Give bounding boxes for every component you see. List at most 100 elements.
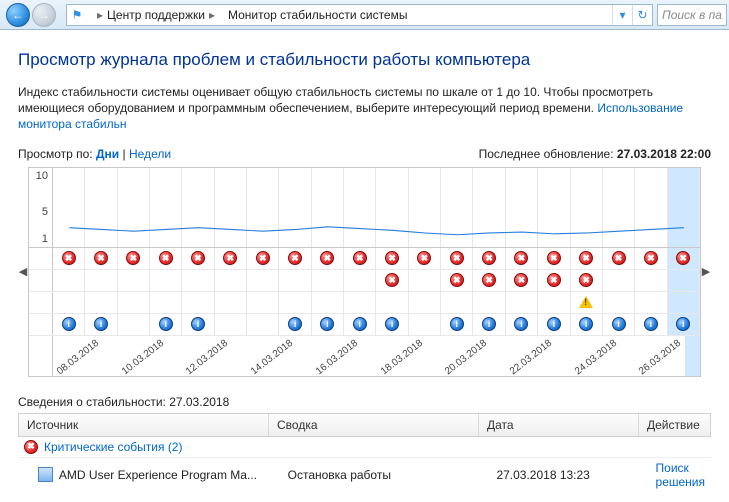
date-cell[interactable] [103,336,118,376]
date-cell[interactable] [232,336,247,376]
breadcrumb-segment[interactable]: Монитор стабильности системы [222,5,415,25]
date-cell[interactable]: 08.03.2018 [53,336,103,376]
icon-cell[interactable] [409,314,441,335]
icon-cell[interactable]: i [150,314,182,335]
date-cell[interactable] [621,336,636,376]
icon-cell[interactable] [247,292,279,313]
icon-cell[interactable]: ✖ [473,248,505,269]
icon-cell[interactable]: i [312,314,344,335]
icon-cell[interactable] [409,270,441,291]
date-cell[interactable] [427,336,442,376]
refresh-icon[interactable]: ↻ [632,5,652,25]
icon-cell[interactable]: ✖ [53,248,85,269]
breadcrumb[interactable]: ⚑ ▸ Центр поддержки ▸ Монитор стабильнос… [66,4,653,26]
icon-cell[interactable] [215,314,247,335]
chart-scroll-right[interactable]: ▶ [701,167,711,377]
icon-cell[interactable]: ✖ [376,270,408,291]
icon-cell[interactable]: i [376,314,408,335]
icon-cell[interactable] [376,292,408,313]
icon-cell[interactable]: i [506,314,538,335]
icon-cell[interactable]: i [635,314,667,335]
icon-cell[interactable]: ✖ [150,248,182,269]
icon-cell[interactable]: i [344,314,376,335]
chevron-down-icon[interactable]: ▾ [612,5,632,25]
icon-cell[interactable] [279,292,311,313]
chart-scroll-left[interactable]: ◀ [18,167,28,377]
breadcrumb-segment[interactable]: ▸ Центр поддержки ▸ [87,5,222,25]
action-link[interactable]: Поиск решения [656,461,705,489]
col-source[interactable]: Источник [19,414,269,436]
icon-cell[interactable]: ✖ [538,248,570,269]
date-cell[interactable]: 18.03.2018 [377,336,427,376]
icon-cell[interactable] [441,292,473,313]
icon-cell[interactable]: ✖ [635,248,667,269]
icon-cell[interactable]: ✖ [279,248,311,269]
date-cell[interactable]: 12.03.2018 [182,336,232,376]
icon-cell[interactable] [506,292,538,313]
icon-cell[interactable] [344,292,376,313]
icon-cell[interactable]: ✖ [668,248,700,269]
icon-cell[interactable] [603,270,635,291]
icon-cell[interactable] [247,314,279,335]
icon-cell[interactable] [182,270,214,291]
icon-cell[interactable] [118,314,150,335]
icon-cell[interactable]: ✖ [441,248,473,269]
icon-cell[interactable] [150,270,182,291]
date-cell[interactable] [168,336,183,376]
date-cell[interactable]: 26.03.2018 [635,336,685,376]
icon-cell[interactable]: ✖ [376,248,408,269]
date-cell[interactable]: 16.03.2018 [312,336,362,376]
icon-cell[interactable]: i [538,314,570,335]
date-cell[interactable]: 14.03.2018 [247,336,297,376]
col-action[interactable]: Действие [639,414,710,436]
icon-cell[interactable] [312,292,344,313]
icon-cell[interactable]: ✖ [571,270,603,291]
icon-cell[interactable]: ✖ [118,248,150,269]
date-cell[interactable] [685,336,700,376]
icon-cell[interactable]: ✖ [247,248,279,269]
date-cell[interactable]: 20.03.2018 [441,336,491,376]
icon-cell[interactable]: ✖ [506,270,538,291]
date-cell[interactable] [362,336,377,376]
nav-back-button[interactable]: ← [6,3,30,27]
icon-cell[interactable] [409,292,441,313]
date-cell[interactable] [556,336,571,376]
col-summary[interactable]: Сводка [269,414,479,436]
icon-cell[interactable]: i [182,314,214,335]
col-date[interactable]: Дата [479,414,639,436]
icon-cell[interactable] [473,292,505,313]
icon-cell[interactable] [571,292,603,313]
group-critical[interactable]: ✖ Критические события (2) [18,437,711,458]
icon-cell[interactable] [312,270,344,291]
icon-cell[interactable] [150,292,182,313]
icon-cell[interactable]: i [603,314,635,335]
icon-cell[interactable]: ✖ [215,248,247,269]
icon-cell[interactable] [53,292,85,313]
icon-cell[interactable] [85,270,117,291]
icon-cell[interactable]: ✖ [85,248,117,269]
icon-cell[interactable]: i [85,314,117,335]
icon-cell[interactable]: ✖ [409,248,441,269]
icon-cell[interactable] [668,270,700,291]
icon-cell[interactable] [85,292,117,313]
icon-cell[interactable]: i [279,314,311,335]
table-row[interactable]: AMD User Experience Program Ma... Остано… [18,458,711,492]
date-cell[interactable]: 10.03.2018 [118,336,168,376]
icon-cell[interactable] [118,292,150,313]
icon-cell[interactable]: ✖ [473,270,505,291]
icon-cell[interactable]: ✖ [344,248,376,269]
icon-cell[interactable] [279,270,311,291]
search-input[interactable]: Поиск в па [657,4,727,26]
viewby-days-link[interactable]: Дни [96,147,119,161]
icon-cell[interactable] [53,270,85,291]
viewby-weeks-link[interactable]: Недели [129,147,171,161]
icon-cell[interactable] [538,292,570,313]
icon-cell[interactable] [118,270,150,291]
icon-cell[interactable] [668,292,700,313]
icon-cell[interactable]: i [668,314,700,335]
icon-cell[interactable]: ✖ [571,248,603,269]
nav-forward-button[interactable]: → [32,3,56,27]
icon-cell[interactable] [603,292,635,313]
icon-cell[interactable]: i [441,314,473,335]
date-cell[interactable] [491,336,506,376]
